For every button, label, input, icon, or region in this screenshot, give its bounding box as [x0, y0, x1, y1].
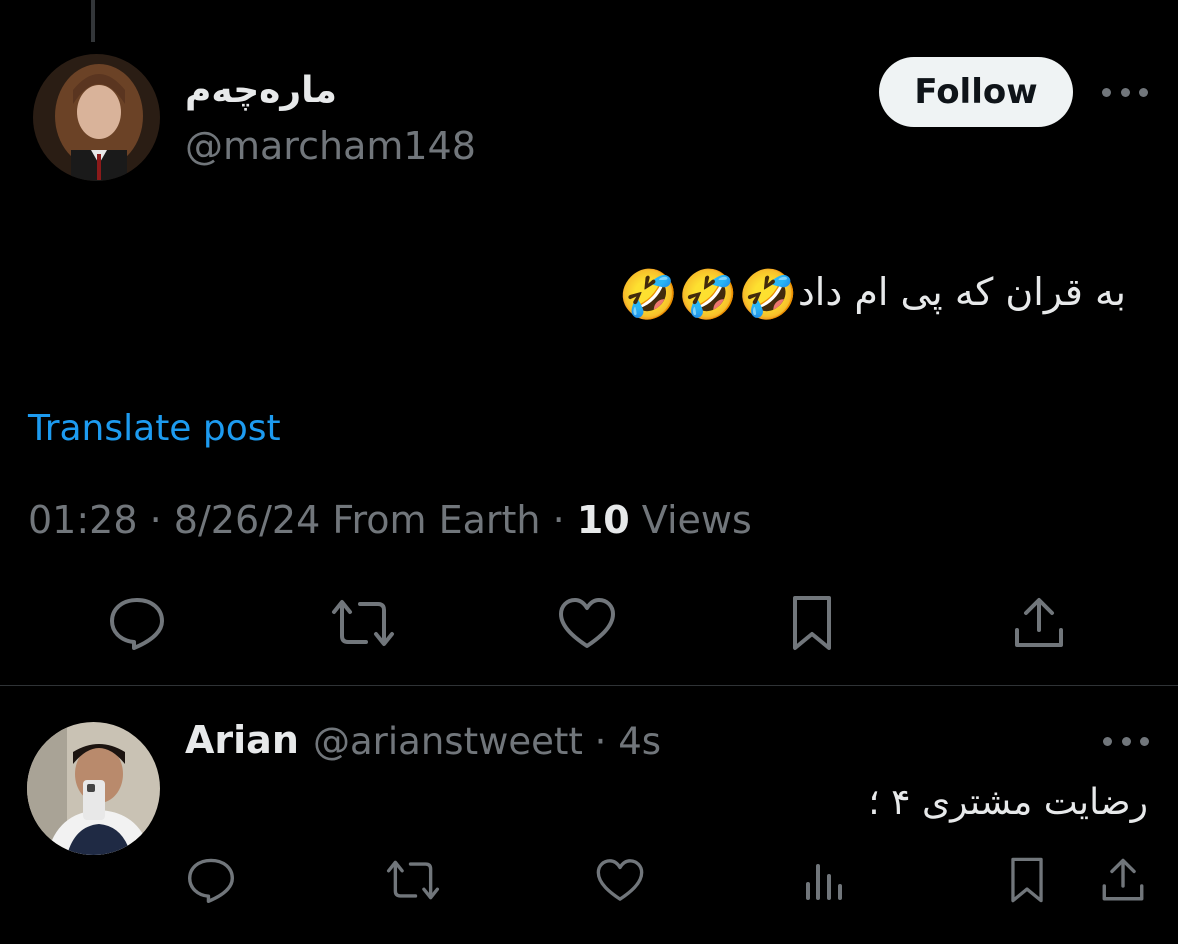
post-source: From Earth	[332, 498, 541, 542]
share-icon[interactable]	[1096, 852, 1150, 908]
post-time[interactable]: 01:28	[28, 498, 138, 542]
reply-icon[interactable]	[106, 592, 168, 654]
more-icon[interactable]	[1103, 734, 1149, 748]
follow-button[interactable]: Follow	[879, 57, 1073, 127]
post-text: به قران که پی ام داد🤣🤣🤣	[619, 266, 1126, 323]
post-divider	[0, 685, 1178, 686]
repost-icon[interactable]	[330, 592, 396, 654]
meta-separator: ·	[149, 498, 162, 542]
post-metadata: 01:28 · 8/26/24 From Earth · 10 Views	[28, 498, 752, 542]
reply-icon[interactable]	[183, 852, 239, 908]
bookmark-icon[interactable]	[1000, 852, 1054, 908]
post-author-name[interactable]: مارەچەم	[185, 70, 337, 111]
rofl-emoji: 🤣	[738, 267, 798, 323]
like-icon[interactable]	[556, 592, 618, 654]
reply-author-name[interactable]: Arian	[185, 718, 299, 762]
reply-text: رضایت مشتری ۴ ؛	[868, 782, 1148, 823]
views-label: Views	[641, 498, 752, 542]
avatar[interactable]	[27, 722, 160, 855]
more-icon[interactable]	[1102, 85, 1148, 99]
views-count[interactable]: 10	[577, 498, 630, 542]
reply-time[interactable]: 4s	[618, 720, 661, 763]
like-icon[interactable]	[592, 852, 648, 908]
post-body: به قران که پی ام داد	[797, 270, 1126, 314]
meta-separator: ·	[594, 720, 607, 763]
reply-author-handle[interactable]: @arianstweett	[313, 720, 583, 763]
translate-post-link[interactable]: Translate post	[28, 408, 281, 449]
rofl-emoji: 🤣	[618, 267, 679, 323]
reply-author-meta: @arianstweett · 4s	[313, 720, 661, 763]
rofl-emoji: 🤣	[678, 267, 739, 323]
analytics-icon[interactable]	[796, 852, 852, 908]
post-date[interactable]: 8/26/24	[174, 498, 321, 542]
avatar[interactable]	[33, 54, 160, 181]
share-icon[interactable]	[1008, 592, 1070, 654]
repost-icon[interactable]	[384, 852, 442, 908]
post-author-handle[interactable]: @marcham148	[185, 124, 476, 168]
thread-connector-line	[91, 0, 95, 42]
meta-separator: ·	[552, 498, 565, 542]
bookmark-icon[interactable]	[784, 592, 840, 654]
